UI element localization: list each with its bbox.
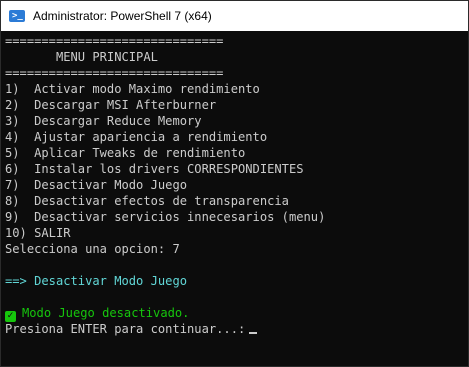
powershell-window: >_ Administrator: PowerShell 7 (x64) ===… xyxy=(0,0,469,367)
menu-item: 3) Descargar Reduce Memory xyxy=(5,114,202,128)
separator-line: ============================== xyxy=(5,66,224,80)
menu-item: 9) Desactivar servicios innecesarios (me… xyxy=(5,210,326,224)
menu-item: 7) Desactivar Modo Juego xyxy=(5,178,188,192)
result-line: ✓ Modo Juego desactivado. xyxy=(5,305,465,322)
menu-item: 6) Instalar los drivers CORRESPONDIENTES xyxy=(5,162,304,176)
menu-item: 10) SALIR xyxy=(5,226,71,240)
title-bar[interactable]: >_ Administrator: PowerShell 7 (x64) xyxy=(1,1,468,31)
text-cursor xyxy=(249,332,258,334)
menu-item: 8) Desactivar efectos de transparencia xyxy=(5,194,289,208)
powershell-icon: >_ xyxy=(9,10,25,22)
separator-line: ============================== xyxy=(5,34,224,48)
result-text: Modo Juego desactivado. xyxy=(22,306,190,320)
option-prompt: Selecciona una opcion: 7 xyxy=(5,242,180,256)
continue-line[interactable]: Presiona ENTER para continuar...: xyxy=(5,321,465,337)
menu-item: 2) Descargar MSI Afterburner xyxy=(5,98,217,112)
window-title: Administrator: PowerShell 7 (x64) xyxy=(33,9,212,23)
action-line: ==> Desactivar Modo Juego xyxy=(5,274,188,288)
menu-item: 1) Activar modo Maximo rendimiento xyxy=(5,82,260,96)
menu-item: 5) Aplicar Tweaks de rendimiento xyxy=(5,146,246,160)
continue-prompt: Presiona ENTER para continuar...: xyxy=(5,322,246,336)
console-output[interactable]: ============================== MENU PRIN… xyxy=(5,33,465,363)
menu-title: MENU PRINCIPAL xyxy=(5,50,158,64)
menu-item: 4) Ajustar apariencia a rendimiento xyxy=(5,130,268,144)
